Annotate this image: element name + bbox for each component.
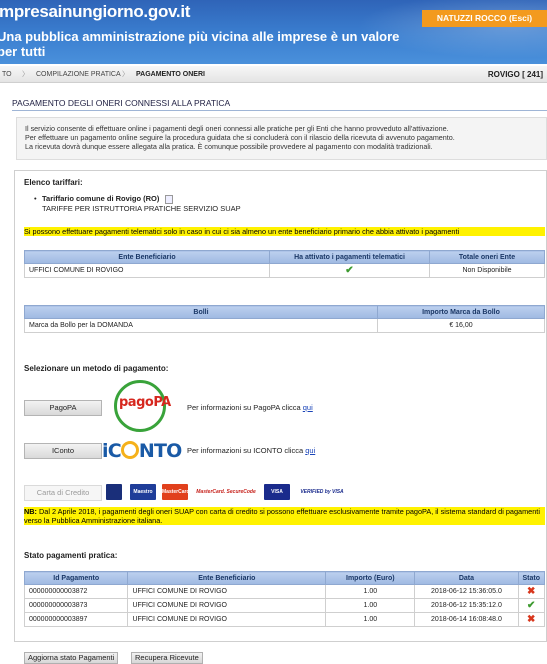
pagopa-info: Per informazioni su PagoPA clicca qui (187, 403, 313, 412)
intro-text: La ricevuta dovrà dunque essere allegata… (25, 142, 433, 151)
aggiorna-stato-button[interactable]: Aggiorna stato Pagamenti (24, 652, 119, 664)
col-header: Importo Marca da Bollo (377, 305, 545, 319)
iconto-logo: iC NTO (102, 440, 182, 466)
iconto-button[interactable]: IConto (24, 443, 102, 459)
id-cell: 000000000003872 (23, 584, 129, 599)
totale-cell: Non Disponibile (429, 263, 545, 278)
document-icon[interactable] (165, 194, 174, 204)
data-cell: 2018-06-12 15:36:05.0 (414, 584, 519, 599)
card-chip-icon (106, 484, 122, 500)
nb-prefix: NB: (24, 507, 37, 516)
intro-text: Il servizio consente di effettuare onlin… (25, 124, 449, 133)
breadcrumb: TO 〉 COMPILAZIONE PRATICA 〉 PAGAMENTO ON… (0, 66, 547, 83)
id-cell: 000000000003897 (23, 612, 129, 627)
ente-cell: UFFICI COMUNE DI ROVIGO (24, 263, 270, 278)
site-brand[interactable]: mpresainungiorno.gov.it (0, 2, 190, 22)
iconto-logo-a: iC (102, 440, 122, 462)
breadcrumb-item-current: PAGAMENTO ONERI (136, 71, 205, 78)
importo-cell: 1.00 (325, 598, 416, 613)
payment-heading: Selezionare un metodo di pagamento: (24, 364, 169, 373)
pagamenti-attivi-cell: ✔ (269, 263, 430, 278)
pagopa-button[interactable]: PagoPA (24, 400, 102, 416)
pagamenti-notice: Si possono effettuare pagamenti telemati… (24, 227, 545, 236)
tariffario-title: Tariffario comune di Rovigo (RO) (42, 194, 160, 203)
ente-cell: UFFICI COMUNE DI ROVIGO (127, 612, 327, 627)
col-header: Bolli (24, 305, 378, 319)
breadcrumb-item[interactable]: TO (2, 66, 12, 83)
logout-button[interactable]: NATUZZI ROCCO (Esci) (422, 10, 547, 27)
table-row: UFFICI COMUNE DI ROVIGO ✔ Non Disponibil… (24, 263, 545, 278)
pratica-code: ROVIGO [ 241] (487, 70, 543, 79)
site-header: mpresainungiorno.gov.it Una pubblica amm… (0, 0, 547, 64)
col-header: Totale oneri Ente (429, 250, 545, 264)
tariffari-heading: Elenco tariffari: (24, 178, 83, 187)
tariffario-subtitle: TARIFFE PER ISTRUTTORIA PRATICHE SERVIZI… (42, 203, 241, 213)
data-cell: 2018-06-12 15:35:12.0 (414, 598, 519, 613)
stato-heading: Stato pagamenti pratica: (24, 551, 118, 560)
col-header: Ente Beneficiario (24, 250, 270, 264)
col-header: Ha attivato i pagamenti telematici (269, 250, 430, 264)
table-row: 000000000003872 UFFICI COMUNE DI ROVIGO … (23, 584, 545, 599)
pagopa-logo: pagoPA (114, 380, 171, 432)
iconto-info-text: Per informazioni su ICONTO clicca (187, 446, 304, 455)
importo-cell: 1.00 (325, 584, 416, 599)
iconto-logo-b: NTO (138, 440, 182, 462)
bolli-table: Bolli Importo Marca da Bollo Marca da Bo… (24, 305, 545, 333)
iconto-info-link[interactable]: qui (305, 446, 315, 455)
data-cell: 2018-06-14 16:08:48.0 (414, 612, 519, 627)
enti-table: Ente Beneficiario Ha attivato i pagament… (24, 250, 545, 278)
check-icon: ✔ (345, 265, 354, 276)
carta-credito-button[interactable]: Carta di Credito (24, 485, 102, 501)
stato-cell: ✔ (517, 598, 545, 613)
iconto-ring-icon (120, 441, 139, 459)
breadcrumb-separator-icon: 〉 (122, 71, 129, 78)
importo-cell: 1.00 (325, 612, 416, 627)
col-header: Data (414, 571, 519, 585)
ente-cell: UFFICI COMUNE DI ROVIGO (127, 598, 327, 613)
intro-text: Per effettuare un pagamento online segui… (25, 133, 455, 142)
error-x-icon: ✖ (527, 614, 536, 625)
recupera-ricevute-button[interactable]: Recupera Ricevute (131, 652, 203, 664)
site-tagline: Una pubblica amministrazione più vicina … (0, 29, 400, 59)
pagopa-info-link[interactable]: qui (303, 403, 313, 412)
breadcrumb-item[interactable]: COMPILAZIONE PRATICA (36, 66, 121, 83)
check-icon: ✔ (527, 600, 536, 611)
bullet-icon: • (34, 194, 37, 203)
ente-cell: UFFICI COMUNE DI ROVIGO (127, 584, 327, 599)
col-header: Id Pagamento (23, 571, 129, 585)
nb-text: Dal 2 Aprile 2018, i pagamenti degli one… (24, 507, 540, 525)
stato-cell: ✖ (517, 584, 545, 599)
stato-cell: ✖ (517, 612, 545, 627)
mastercard-securecode-icon: MasterCard. SecureCode (196, 484, 256, 500)
pagopa-logo-text: pagoPA (119, 395, 171, 410)
error-x-icon: ✖ (527, 586, 536, 597)
table-row: 000000000003873 UFFICI COMUNE DI ROVIGO … (23, 598, 545, 613)
intro-box: Il servizio consente di effettuare onlin… (16, 117, 547, 160)
breadcrumb-separator-icon: 〉 (22, 71, 29, 78)
table-row: Marca da Bollo per la DOMANDA € 16,00 (24, 318, 545, 333)
tariffario-item: • Tariffario comune di Rovigo (RO) TARIF… (34, 194, 241, 213)
iconto-info: Per informazioni su ICONTO clicca qui (187, 446, 315, 455)
table-row: 000000000003897 UFFICI COMUNE DI ROVIGO … (23, 612, 545, 627)
col-header: Importo (Euro) (325, 571, 416, 585)
mastercard-icon: MasterCard (162, 484, 190, 500)
col-header: Stato (517, 571, 545, 585)
col-header: Ente Beneficiario (127, 571, 327, 585)
id-cell: 000000000003873 (23, 598, 129, 613)
bollo-cell: Marca da Bollo per la DOMANDA (24, 318, 378, 333)
maestro-icon: Maestro (130, 484, 156, 500)
verified-by-visa-icon: VERIFIED by VISA (300, 484, 344, 500)
nb-notice: NB: Dal 2 Aprile 2018, i pagamenti degli… (24, 507, 545, 525)
page-title: PAGAMENTO DEGLI ONERI CONNESSI ALLA PRAT… (12, 98, 547, 111)
pagopa-info-text: Per informazioni su PagoPA clicca (187, 403, 301, 412)
importo-cell: € 16,00 (377, 318, 545, 333)
visa-icon: VISA (264, 484, 290, 500)
stato-table: Id Pagamento Ente Beneficiario Importo (… (23, 571, 545, 627)
